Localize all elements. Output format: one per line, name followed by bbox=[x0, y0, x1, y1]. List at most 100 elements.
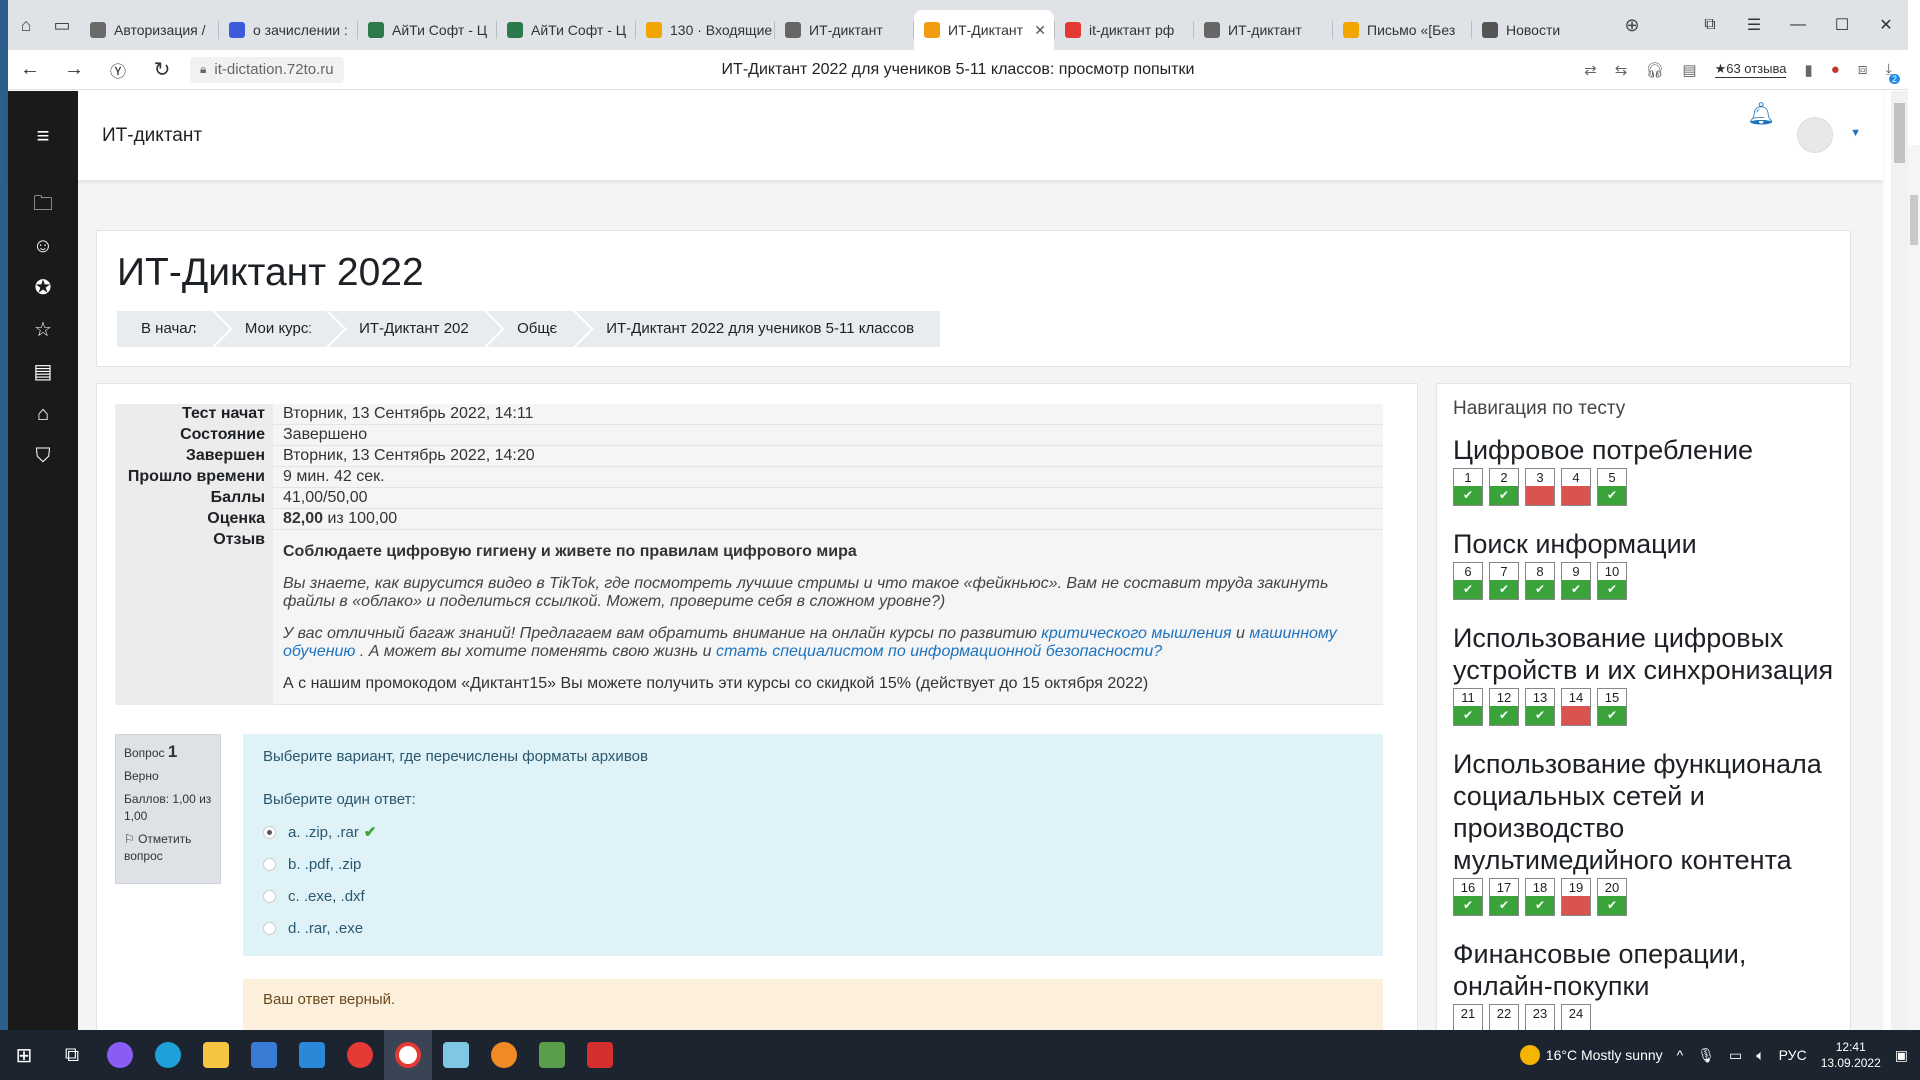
browser-tab[interactable]: 130 · Входящие bbox=[636, 10, 774, 50]
answer-option[interactable]: a. .zip, .rar ✔ bbox=[263, 816, 1363, 848]
user-avatar[interactable] bbox=[1797, 117, 1833, 153]
forward-icon[interactable]: → bbox=[52, 58, 96, 81]
browser-tab[interactable]: о зачислении : bbox=[219, 10, 357, 50]
question-nav-button[interactable]: 8 ✔ bbox=[1525, 562, 1555, 600]
flag-question[interactable]: ⚐ Отметить вопрос bbox=[124, 831, 212, 865]
volume-icon[interactable]: 🔈︎ bbox=[1756, 1047, 1764, 1064]
browser-tab[interactable]: АйТи Софт - Ц bbox=[497, 10, 635, 50]
browser-tab[interactable]: ИТ-диктант bbox=[775, 10, 913, 50]
question-nav-button[interactable]: 22 bbox=[1489, 1004, 1519, 1030]
close-tab-icon[interactable]: ✕ bbox=[1034, 22, 1046, 39]
start-icon[interactable]: ⊞ bbox=[0, 1030, 48, 1080]
graduation-cap-icon[interactable]: ⛉ bbox=[23, 442, 63, 470]
clock[interactable]: 12:41 13.09.2022 bbox=[1821, 1039, 1881, 1071]
critical-thinking-link[interactable]: критического мышления bbox=[1041, 625, 1231, 642]
new-tab-group-icon[interactable]: ▭ bbox=[44, 0, 80, 50]
answer-option[interactable]: c. .exe, .dxf bbox=[263, 880, 1363, 912]
notifications-icon[interactable]: ▣ bbox=[1895, 1047, 1908, 1064]
maximize-icon[interactable]: ☐ bbox=[1820, 15, 1864, 35]
acrobat-icon[interactable] bbox=[576, 1030, 624, 1080]
question-nav-button[interactable]: 17 ✔ bbox=[1489, 878, 1519, 916]
close-window-icon[interactable]: ✕ bbox=[1864, 15, 1908, 35]
question-nav-button[interactable]: 24 bbox=[1561, 1004, 1591, 1030]
breadcrumb-item[interactable]: ИТ-Диктант 2022 для учеников 5-11 классо… bbox=[582, 311, 930, 347]
chevron-up-icon[interactable]: ^ bbox=[1677, 1047, 1684, 1063]
browser-tab[interactable]: Письмо «[Без bbox=[1333, 10, 1471, 50]
collections-icon[interactable]: ⧈ bbox=[1858, 61, 1868, 78]
reader-icon[interactable]: ⇆ bbox=[1615, 61, 1628, 79]
file-explorer-icon[interactable] bbox=[192, 1030, 240, 1080]
chevron-down-icon[interactable]: ▼ bbox=[1850, 127, 1861, 139]
browser-tab[interactable]: ИТ-диктант bbox=[1194, 10, 1332, 50]
download-icon[interactable]: ⤓ 2 bbox=[1885, 61, 1900, 84]
url-field[interactable]: 🔒︎ it-dictation.72to.ru bbox=[190, 56, 344, 83]
question-nav-button[interactable]: 21 bbox=[1453, 1004, 1483, 1030]
yandex-icon[interactable] bbox=[336, 1030, 384, 1080]
breadcrumb-item[interactable]: В начало bbox=[117, 311, 221, 347]
store-icon[interactable] bbox=[240, 1030, 288, 1080]
reload-icon[interactable]: ↻ bbox=[140, 57, 184, 82]
browser-tab[interactable]: it-диктант рф bbox=[1055, 10, 1193, 50]
star-icon[interactable]: ☆ bbox=[23, 316, 63, 344]
radio[interactable] bbox=[263, 921, 276, 935]
question-nav-button[interactable]: 13 ✔ bbox=[1525, 688, 1555, 726]
question-nav-button[interactable]: 10 ✔ bbox=[1597, 562, 1627, 600]
browser-tab[interactable]: Новости bbox=[1472, 10, 1610, 50]
language-indicator[interactable]: РУС bbox=[1779, 1047, 1807, 1063]
home-icon[interactable]: ⌂ bbox=[8, 0, 44, 50]
bookmark-icon[interactable]: ▮ bbox=[1804, 61, 1812, 79]
question-nav-button[interactable]: 15 ✔ bbox=[1597, 688, 1627, 726]
browser-tab[interactable]: АйТи Софт - Ц bbox=[358, 10, 496, 50]
question-nav-button[interactable]: 9 ✔ bbox=[1561, 562, 1591, 600]
question-nav-button[interactable]: 3 bbox=[1525, 468, 1555, 506]
blender-icon[interactable] bbox=[480, 1030, 528, 1080]
new-tab-icon[interactable]: ⊕ bbox=[1610, 0, 1654, 50]
scrollbar-thumb[interactable] bbox=[1894, 103, 1905, 163]
page-scrollbar[interactable] bbox=[1891, 91, 1908, 1030]
app-icon[interactable] bbox=[528, 1030, 576, 1080]
contacts-icon[interactable]: ☺ bbox=[23, 232, 63, 260]
bookmark-collection-icon[interactable]: ⧉ bbox=[1688, 16, 1732, 34]
question-nav-button[interactable]: 12 ✔ bbox=[1489, 688, 1519, 726]
question-nav-button[interactable]: 5 ✔ bbox=[1597, 468, 1627, 506]
translate-icon[interactable]: ⇄ bbox=[1584, 61, 1597, 79]
question-nav-button[interactable]: 2 ✔ bbox=[1489, 468, 1519, 506]
back-icon[interactable]: ← bbox=[8, 58, 52, 81]
answer-option[interactable]: d. .rar, .exe bbox=[263, 912, 1363, 944]
question-nav-button[interactable]: 1 ✔ bbox=[1453, 468, 1483, 506]
task-view-icon[interactable]: ⧉ bbox=[48, 1030, 96, 1080]
question-nav-button[interactable]: 6 ✔ bbox=[1453, 562, 1483, 600]
question-nav-button[interactable]: 16 ✔ bbox=[1453, 878, 1483, 916]
hamburger-menu-icon[interactable]: ≡ bbox=[8, 91, 78, 180]
edge-icon[interactable] bbox=[144, 1030, 192, 1080]
answer-option[interactable]: b. .pdf, .zip bbox=[263, 848, 1363, 880]
reviews-badge[interactable]: ★63 отзыва bbox=[1714, 61, 1787, 78]
menu-icon[interactable]: ☰ bbox=[1732, 15, 1776, 35]
breadcrumb-item[interactable]: Общее bbox=[493, 311, 582, 347]
question-nav-button[interactable]: 4 bbox=[1561, 468, 1591, 506]
yandex-browser-icon[interactable] bbox=[384, 1030, 432, 1080]
question-nav-button[interactable]: 14 bbox=[1561, 688, 1591, 726]
window-scrollbar[interactable] bbox=[1908, 145, 1920, 1030]
radio[interactable] bbox=[263, 857, 276, 871]
radio-selected[interactable] bbox=[263, 825, 276, 839]
home-site-icon[interactable]: ⌂ bbox=[23, 400, 63, 428]
question-nav-button[interactable]: 7 ✔ bbox=[1489, 562, 1519, 600]
yandex-icon[interactable]: Ⓨ bbox=[96, 58, 140, 82]
weather-widget[interactable]: 16°C Mostly sunny bbox=[1519, 1045, 1663, 1065]
paint-icon[interactable] bbox=[432, 1030, 480, 1080]
page-mode-icon[interactable]: ▤ bbox=[1682, 61, 1696, 79]
network-icon[interactable]: ▭ bbox=[1729, 1047, 1742, 1064]
book-icon[interactable]: ▤ bbox=[23, 358, 63, 386]
question-nav-button[interactable]: 23 bbox=[1525, 1004, 1555, 1030]
microphone-icon[interactable]: 🎙︎ bbox=[1697, 1047, 1715, 1064]
browser-tab[interactable]: Авторизация / bbox=[80, 10, 218, 50]
question-nav-button[interactable]: 18 ✔ bbox=[1525, 878, 1555, 916]
breadcrumb-item[interactable]: ИТ-Диктант 2022 bbox=[335, 311, 493, 347]
site-name[interactable]: ИТ-диктант bbox=[102, 125, 202, 147]
browser-tab[interactable]: ИТ-Диктант ✕ bbox=[914, 10, 1054, 50]
security-specialist-link[interactable]: стать специалистом по информационной без… bbox=[716, 643, 1162, 660]
app-icon[interactable] bbox=[96, 1030, 144, 1080]
folder-icon[interactable]: 🗀︎ bbox=[23, 190, 63, 218]
question-nav-button[interactable]: 11 ✔ bbox=[1453, 688, 1483, 726]
